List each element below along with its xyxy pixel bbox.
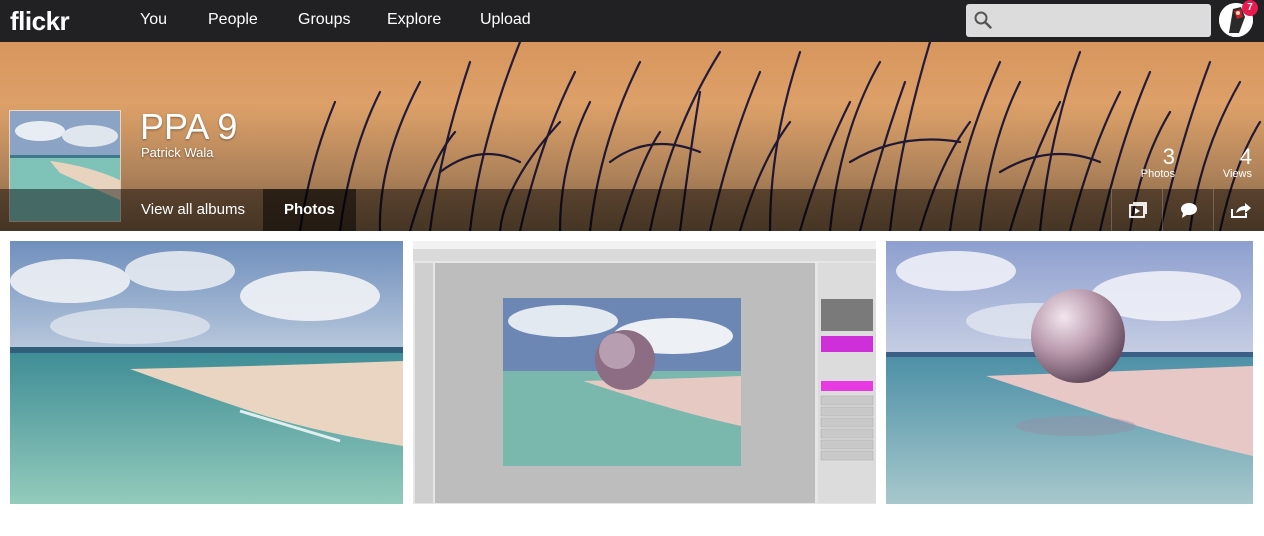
slideshow-icon (1129, 202, 1147, 218)
album-subnav: View all albums Photos (0, 189, 1264, 231)
photo-beach-sphere[interactable] (886, 241, 1253, 504)
views-label: Views (1222, 168, 1252, 180)
comment-icon (1181, 203, 1197, 218)
top-navigation-bar: flickr You People Groups Explore Upload … (0, 0, 1264, 42)
share-button[interactable] (1213, 189, 1263, 231)
photos-label: Photos (1140, 168, 1175, 180)
notification-badge[interactable]: 7 (1242, 0, 1258, 16)
photo-photoshop-screenshot[interactable] (413, 241, 876, 504)
view-all-albums-link[interactable]: View all albums (141, 189, 245, 231)
share-icon (1231, 203, 1251, 218)
album-cover: PPA 9 Patrick Wala 3 Photos 4 Views View… (0, 42, 1264, 231)
views-stat: 4 Views (1212, 144, 1252, 180)
views-count: 4 (1239, 144, 1252, 169)
comment-button[interactable] (1162, 189, 1212, 231)
nav-upload[interactable]: Upload (480, 11, 531, 29)
search-box (966, 4, 1211, 37)
nav-explore[interactable]: Explore (387, 11, 441, 29)
tab-photos[interactable]: Photos (263, 189, 356, 231)
album-owner-link[interactable]: Patrick Wala (141, 145, 213, 160)
slideshow-button[interactable] (1111, 189, 1161, 231)
photo-beach[interactable] (10, 241, 403, 504)
album-title: PPA 9 (140, 106, 238, 147)
nav-you[interactable]: You (140, 11, 167, 29)
search-input[interactable] (1000, 8, 1200, 32)
photos-count: 3 (1162, 144, 1175, 169)
flickr-logo[interactable]: flickr (10, 6, 70, 37)
search-icon[interactable] (974, 11, 992, 29)
photos-stat: 3 Photos (1135, 144, 1175, 180)
nav-people[interactable]: People (208, 11, 258, 29)
nav-groups[interactable]: Groups (298, 11, 350, 29)
